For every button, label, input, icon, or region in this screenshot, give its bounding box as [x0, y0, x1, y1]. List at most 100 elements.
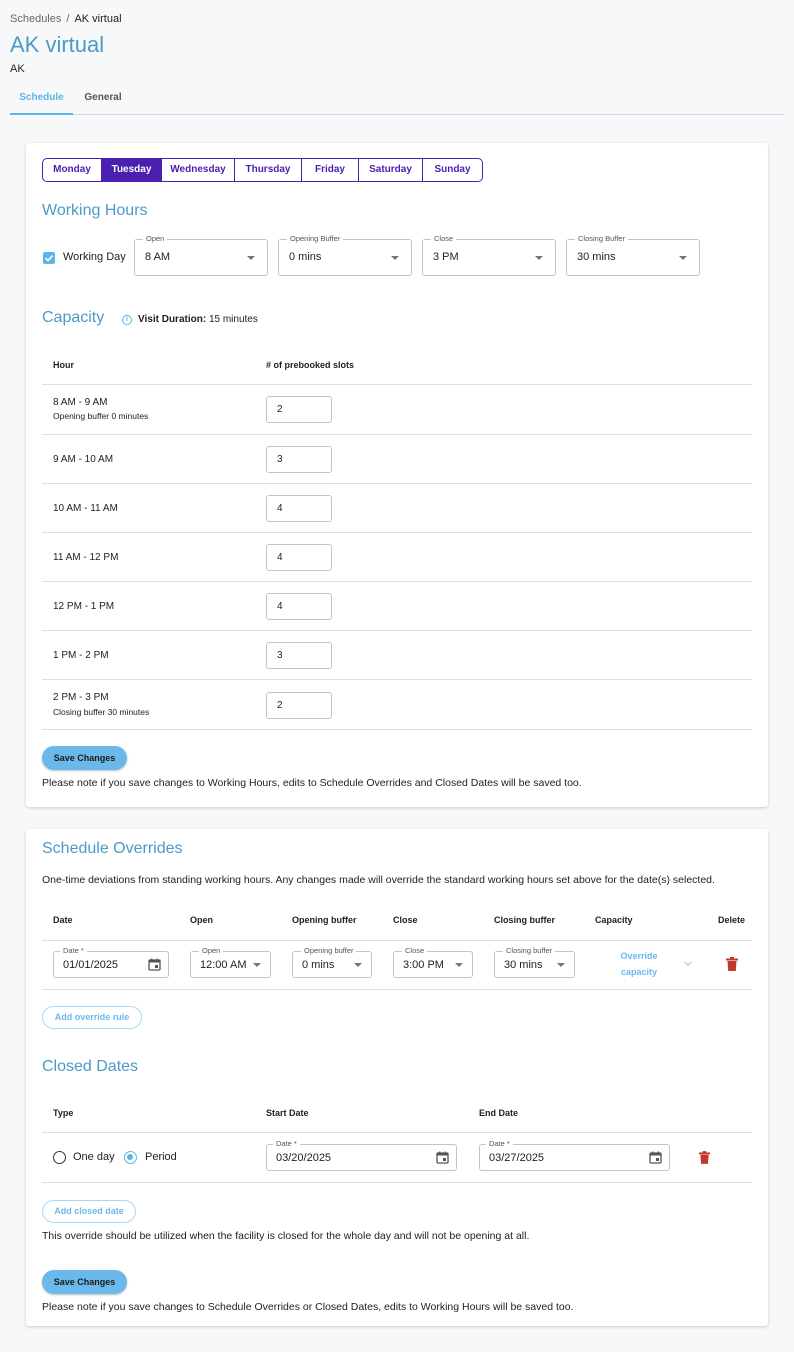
close-select-label: Close	[431, 234, 457, 244]
divider	[42, 940, 752, 941]
column-header-type: Type	[53, 1108, 74, 1118]
override-closing-buffer-label: Closing buffer	[503, 946, 556, 956]
override-close-label: Close	[402, 946, 428, 956]
tab-schedule[interactable]: Schedule	[10, 82, 73, 115]
closed-dates-title: Closed Dates	[42, 1058, 139, 1075]
day-tuesday[interactable]: Tuesday	[102, 159, 162, 181]
chevron-down-icon[interactable]	[683, 960, 693, 967]
divider	[42, 989, 752, 990]
closing-buffer-select-value: 30 mins	[577, 251, 616, 263]
day-wednesday[interactable]: Wednesday	[162, 159, 235, 181]
working-day-checkbox[interactable]	[43, 252, 55, 264]
override-closing-buffer-select[interactable]: Closing buffer 30 mins	[494, 946, 575, 978]
closing-buffer-select-label: Closing Buffer	[575, 234, 628, 244]
overrides-description: One-time deviations from standing workin…	[42, 874, 715, 886]
hour-range: 11 AM - 12 PM	[53, 552, 119, 563]
slots-input[interactable]: 3	[266, 642, 332, 669]
radio-period[interactable]	[124, 1151, 137, 1164]
day-selector: Monday Tuesday Wednesday Thursday Friday…	[42, 158, 483, 182]
divider	[42, 729, 752, 730]
opening-buffer-select-label: Opening Buffer	[287, 234, 344, 244]
dropdown-arrow-icon	[253, 963, 261, 967]
hour-range: 9 AM - 10 AM	[53, 454, 114, 465]
override-date-field[interactable]: Date * 01/01/2025	[53, 946, 169, 978]
day-saturday[interactable]: Saturday	[359, 159, 423, 181]
tab-general[interactable]: General	[73, 82, 133, 115]
save-note: Please note if you save changes to Worki…	[42, 777, 582, 789]
column-header-opening-buffer: Opening buffer	[292, 915, 357, 925]
working-hours-title: Working Hours	[42, 202, 148, 219]
column-header-delete: Delete	[718, 915, 746, 925]
working-day-label: Working Day	[63, 251, 126, 263]
dropdown-arrow-icon	[247, 256, 255, 260]
day-monday[interactable]: Monday	[43, 159, 102, 181]
column-header-open: Open	[190, 915, 214, 925]
start-date-label: Date *	[273, 1139, 300, 1149]
page-subtitle: AK	[10, 63, 25, 75]
visit-duration-label: Visit Duration:	[138, 314, 207, 325]
dropdown-arrow-icon	[557, 963, 565, 967]
add-override-rule-button[interactable]: Add override rule	[42, 1006, 142, 1029]
slots-input[interactable]: 3	[266, 446, 332, 473]
save-changes-button[interactable]: Save Changes	[42, 746, 127, 770]
open-select[interactable]: Open 8 AM	[134, 234, 268, 276]
add-closed-date-button[interactable]: Add closed date	[42, 1200, 136, 1223]
radio-one-day-label: One day	[73, 1151, 115, 1163]
save-note-2: Please note if you save changes to Sched…	[42, 1301, 574, 1313]
opening-buffer-select-value: 0 mins	[289, 251, 322, 263]
closing-buffer-select[interactable]: Closing Buffer 30 mins	[566, 234, 700, 276]
dropdown-arrow-icon	[535, 256, 543, 260]
slots-input[interactable]: 4	[266, 544, 332, 571]
divider	[42, 630, 752, 631]
calendar-icon[interactable]	[436, 1151, 449, 1164]
column-header-start-date: Start Date	[266, 1108, 309, 1118]
divider	[42, 1182, 752, 1183]
divider	[42, 384, 752, 385]
info-icon: i	[122, 315, 132, 325]
divider	[42, 434, 752, 435]
column-header-closing-buffer: Closing buffer	[494, 915, 555, 925]
calendar-icon[interactable]	[148, 958, 161, 971]
dropdown-arrow-icon	[455, 963, 463, 967]
dropdown-arrow-icon	[354, 963, 362, 967]
save-changes-button-2[interactable]: Save Changes	[42, 1270, 127, 1294]
slots-input[interactable]: 4	[266, 495, 332, 522]
divider	[42, 1132, 752, 1133]
start-date-field[interactable]: Date * 03/20/2025	[266, 1139, 457, 1171]
divider	[42, 679, 752, 680]
visit-duration: Visit Duration: 15 minutes	[138, 314, 258, 325]
hour-range: 1 PM - 2 PM	[53, 650, 109, 661]
day-sunday[interactable]: Sunday	[423, 159, 482, 181]
close-select[interactable]: Close 3 PM	[422, 234, 556, 276]
slots-input[interactable]: 2	[266, 692, 332, 719]
page-title: AK virtual	[10, 32, 105, 57]
calendar-icon[interactable]	[649, 1151, 662, 1164]
override-close-select[interactable]: Close 3:00 PM	[393, 946, 473, 978]
column-header-end-date: End Date	[479, 1108, 519, 1118]
hour-range: 8 AM - 9 AM	[53, 397, 108, 408]
slots-input[interactable]: 2	[266, 396, 332, 423]
day-friday[interactable]: Friday	[302, 159, 359, 181]
open-select-label: Open	[143, 234, 168, 244]
capacity-title: Capacity	[42, 309, 105, 326]
override-capacity-link[interactable]: Override capacity	[609, 948, 669, 980]
override-opening-buffer-select[interactable]: Opening buffer 0 mins	[292, 946, 372, 978]
override-open-label: Open	[199, 946, 224, 956]
override-close-value: 3:00 PM	[403, 959, 444, 971]
override-closing-buffer-value: 30 mins	[504, 959, 543, 971]
delete-icon[interactable]	[699, 1151, 710, 1164]
dropdown-arrow-icon	[679, 256, 687, 260]
slots-input[interactable]: 4	[266, 593, 332, 620]
opening-buffer-select[interactable]: Opening Buffer 0 mins	[278, 234, 412, 276]
delete-icon[interactable]	[726, 957, 738, 971]
radio-one-day[interactable]	[53, 1151, 66, 1164]
open-select-value: 8 AM	[145, 251, 171, 263]
hour-range: 12 PM - 1 PM	[53, 601, 115, 612]
day-thursday[interactable]: Thursday	[235, 159, 302, 181]
column-header-date: Date	[53, 915, 73, 925]
schedule-overrides-title: Schedule Overrides	[42, 840, 183, 857]
breadcrumb-parent-link[interactable]: Schedules	[10, 13, 61, 25]
end-date-value: 03/27/2025	[489, 1152, 545, 1164]
override-open-select[interactable]: Open 12:00 AM	[190, 946, 271, 978]
end-date-field[interactable]: Date * 03/27/2025	[479, 1139, 670, 1171]
